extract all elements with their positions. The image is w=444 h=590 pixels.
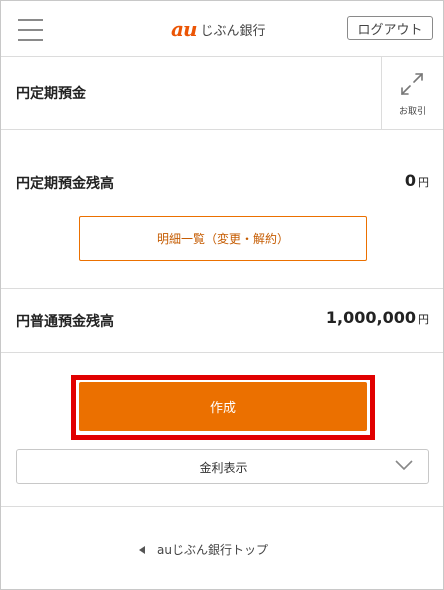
transactions-button[interactable]: お取引 bbox=[381, 57, 443, 129]
menu-bar-middle bbox=[18, 29, 43, 31]
bank-logo[interactable]: au じぶん銀行 bbox=[171, 17, 266, 41]
time-deposit-balance-label: 円定期預金残高 bbox=[16, 176, 114, 192]
time-deposit-balance-amount: 0円 bbox=[405, 171, 429, 190]
create-button[interactable]: 作成 bbox=[79, 382, 367, 431]
logo-text: じぶん銀行 bbox=[200, 23, 266, 39]
interest-rate-select[interactable]: 金利表示 bbox=[16, 449, 429, 484]
menu-bar-bottom bbox=[18, 39, 43, 41]
triangle-left-icon bbox=[139, 545, 145, 554]
page-title: 円定期預金 bbox=[16, 86, 86, 102]
ordinary-deposit-amount-value: 1,000,000 bbox=[325, 308, 416, 327]
menu-bar-top bbox=[18, 19, 43, 21]
transactions-label: お取引 bbox=[398, 107, 426, 117]
divider bbox=[1, 352, 443, 353]
divider bbox=[1, 506, 443, 507]
divider bbox=[1, 288, 443, 289]
time-deposit-amount-unit: 円 bbox=[418, 176, 429, 189]
app-screen: au じぶん銀行 ログアウト 円定期預金 お取引 円定期預金残高 0円 明細一覧… bbox=[0, 0, 444, 590]
interest-rate-select-value: 金利表示 bbox=[199, 461, 248, 475]
time-deposit-amount-value: 0 bbox=[404, 171, 416, 190]
header: au じぶん銀行 ログアウト bbox=[1, 1, 443, 57]
logo-mark: au bbox=[171, 17, 197, 41]
expand-arrows-icon bbox=[401, 73, 423, 95]
logout-button[interactable]: ログアウト bbox=[347, 16, 433, 40]
ordinary-deposit-amount-unit: 円 bbox=[418, 313, 429, 326]
title-row: 円定期預金 お取引 bbox=[1, 57, 443, 130]
bank-top-link-label: auじぶん銀行トップ bbox=[157, 543, 268, 557]
chevron-down-icon bbox=[395, 460, 413, 471]
ordinary-deposit-balance-label: 円普通預金残高 bbox=[16, 314, 114, 330]
menu-icon[interactable] bbox=[18, 18, 43, 41]
ordinary-deposit-balance-amount: 1,000,000 円 bbox=[326, 308, 429, 327]
bank-top-link[interactable]: auじぶん銀行トップ bbox=[139, 541, 268, 558]
statement-list-button[interactable]: 明細一覧（変更・解約） bbox=[79, 216, 367, 261]
